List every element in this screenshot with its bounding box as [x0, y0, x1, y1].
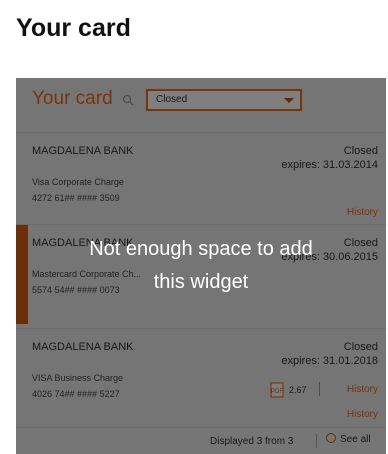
overlay-message-line2: this widget [153, 271, 249, 293]
page-title: Your card [16, 14, 131, 42]
card-widget: Your card Closed MAGDALENA BANK Closed e… [16, 78, 386, 454]
overlay-message: Not enough space to add this widget [16, 233, 386, 299]
overlay-message-line1: Not enough space to add [89, 238, 313, 260]
widget-disabled-overlay: Not enough space to add this widget [16, 78, 386, 454]
